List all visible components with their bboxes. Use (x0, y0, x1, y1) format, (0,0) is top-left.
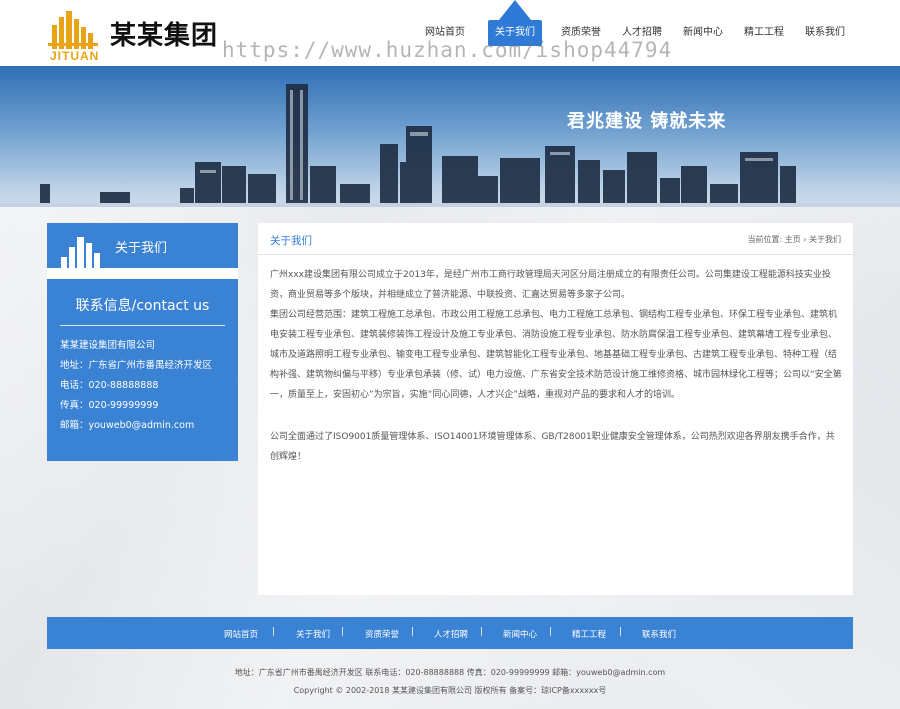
contact-company: 某某建设集团有限公司 (60, 340, 156, 351)
city-skyline-image (0, 84, 900, 207)
about-paragraph-2: 集团公司经营范围：建筑工程施工总承包、市政公用工程施工总承包、电力工程施工总承包… (270, 310, 842, 400)
contact-divider (60, 325, 225, 326)
footer-nav-news[interactable]: 新闻中心 (503, 628, 537, 640)
footer-copyright: Copyright © 2002-2018 某某建设集团有限公司 版权所有 备案… (293, 686, 607, 695)
nav-contact[interactable]: 联系我们 (800, 20, 850, 46)
watermark-text: https://www.huzhan.com/ishop44794 (222, 38, 673, 62)
site-logo[interactable]: JITUAN 某某集团 (48, 9, 228, 65)
footer-nav-separator: | (480, 627, 484, 637)
banner-slogan: 君兆建设 铸就未来 (567, 111, 727, 132)
hero-banner: 君兆建设 铸就未来 (0, 66, 900, 207)
sidebar-divider (47, 268, 238, 279)
footer-nav-separator: | (619, 627, 623, 637)
footer-nav-separator: | (411, 627, 415, 637)
logo-name: 某某集团 (110, 21, 219, 51)
sidebar-header: 关于我们 (47, 223, 238, 268)
footer-nav-jobs[interactable]: 人才招聘 (434, 628, 468, 640)
breadcrumb-label: 当前位置: (747, 235, 783, 244)
logo-subtitle: JITUAN (50, 49, 100, 63)
contact-phone: 电话：020-88888888 (60, 380, 159, 391)
footer-contact: 地址：广东省广州市番禺经济开发区 联系电话：020-88888888 传真：02… (234, 668, 666, 677)
footer-nav-home[interactable]: 网站首页 (224, 628, 258, 640)
footer-nav: 网站首页 | 关于我们 | 资质荣誉 | 人才招聘 | 新闻中心 | 精工工程 … (47, 617, 853, 649)
contact-address: 地址：广东省广州市番禺经济开发区 (60, 360, 213, 371)
contact-email: 邮箱：youweb0@admin.com (60, 420, 195, 431)
footer-nav-contact[interactable]: 联系我们 (642, 628, 676, 640)
footer-nav-separator: | (549, 627, 553, 637)
sidebar: 关于我们 联系信息/contact us 某某建设集团有限公司 地址：广东省广州… (47, 223, 238, 461)
page-title: 关于我们 (270, 235, 312, 247)
breadcrumb-home[interactable]: 主页 (785, 235, 801, 244)
content-header: 关于我们 当前位置: 主页 › 关于我们 (258, 223, 853, 255)
content-panel: 关于我们 当前位置: 主页 › 关于我们 广州xxx建设集团有限公司成立于201… (258, 223, 853, 595)
footer-nav-separator: | (272, 627, 276, 637)
breadcrumb-separator: › (803, 235, 807, 244)
nav-projects[interactable]: 精工工程 (739, 20, 789, 46)
about-paragraph-3: 公司全面通过了ISO9001质量管理体系、ISO14001环境管理体系、GB/T… (270, 432, 835, 462)
contact-title: 联系信息/contact us (75, 298, 210, 314)
about-paragraph-1: 广州xxx建设集团有限公司成立于2013年，是经广州市工商行政管理局天河区分局注… (270, 270, 831, 300)
footer-nav-separator: | (341, 627, 345, 637)
breadcrumb: 当前位置: 主页 › 关于我们 (747, 234, 841, 245)
nav-news[interactable]: 新闻中心 (678, 20, 728, 46)
breadcrumb-current[interactable]: 关于我们 (809, 235, 841, 244)
footer-nav-about[interactable]: 关于我们 (296, 628, 330, 640)
sidebar-title: 关于我们 (115, 241, 168, 256)
logo-building-icon (48, 11, 98, 49)
buildings-icon (61, 237, 100, 268)
contact-fax: 传真：020-99999999 (60, 400, 159, 411)
footer-nav-honors[interactable]: 资质荣誉 (365, 628, 399, 640)
footer-nav-projects[interactable]: 精工工程 (572, 628, 606, 640)
